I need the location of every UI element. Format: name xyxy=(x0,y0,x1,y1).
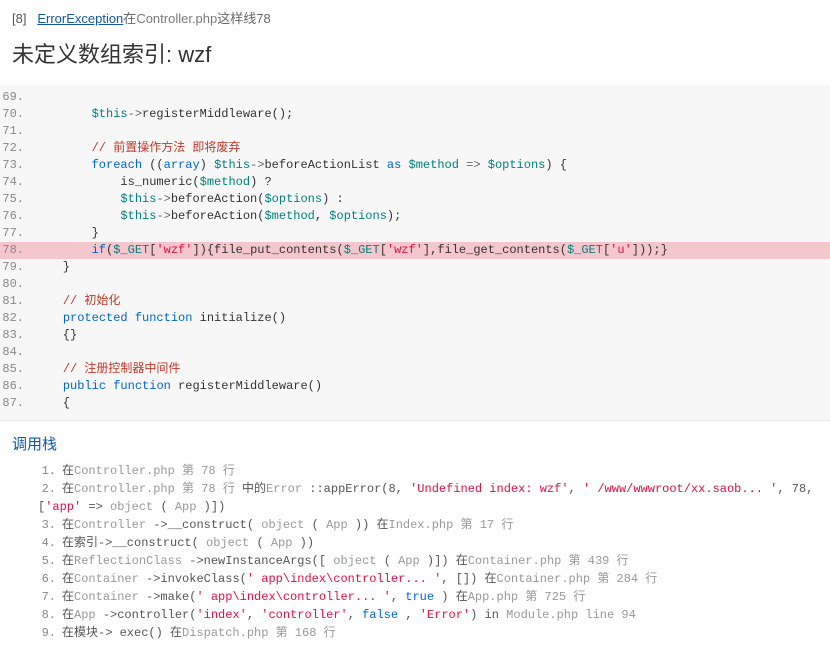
code-content: // 初始化 xyxy=(34,293,120,310)
code-line: 75. $this->beforeAction($options) : xyxy=(0,191,830,208)
code-line: 77. } xyxy=(0,225,830,242)
exception-line: [8] ErrorException在Controller.php这样线78 xyxy=(12,8,818,27)
line-number: 77. xyxy=(0,225,34,242)
code-content: // 注册控制器中间件 xyxy=(34,361,180,378)
code-line: 82. protected function initialize() xyxy=(0,310,830,327)
stack-item: 9.在模块-> exec() 在Dispatch.php 第 168 行 xyxy=(38,624,818,642)
code-line: 73. foreach ((array) $this->beforeAction… xyxy=(0,157,830,174)
stack-item: 1.在Controller.php 第 78 行 xyxy=(38,462,818,480)
code-content: $this->beforeAction($method, $options); xyxy=(34,208,401,225)
stack-item: 7.在Container ->make(' app\index\controll… xyxy=(38,588,818,606)
line-number: 72. xyxy=(0,140,34,157)
stack-title: 调用栈 xyxy=(0,421,830,462)
exception-link[interactable]: ErrorException xyxy=(37,11,123,26)
line-number: 76. xyxy=(0,208,34,225)
code-content: $this->registerMiddleware(); xyxy=(34,106,293,123)
line-number: 71. xyxy=(0,123,34,140)
code-line: 79. } xyxy=(0,259,830,276)
line-number: 79. xyxy=(0,259,34,276)
stack-item: 3.在Controller ->__construct( object ( Ap… xyxy=(38,516,818,534)
stack-item: 2.在Controller.php 第 78 行 中的Error ::appEr… xyxy=(38,480,818,516)
code-line: 86. public function registerMiddleware() xyxy=(0,378,830,395)
stack-item: 5.在ReflectionClass ->newInstanceArgs([ o… xyxy=(38,552,818,570)
line-number: 85. xyxy=(0,361,34,378)
code-line: 71. xyxy=(0,123,830,140)
line-number: 73. xyxy=(0,157,34,174)
code-line: 78. if($_GET['wzf']){file_put_contents($… xyxy=(0,242,830,259)
code-content: foreach ((array) $this->beforeActionList… xyxy=(34,157,567,174)
stack-item: 8.在App ->controller('index', 'controller… xyxy=(38,606,818,624)
code-content: is_numeric($method) ? xyxy=(34,174,272,191)
code-content: { xyxy=(34,395,70,412)
code-line: 76. $this->beforeAction($method, $option… xyxy=(0,208,830,225)
code-content: protected function initialize() xyxy=(34,310,286,327)
code-line: 81. // 初始化 xyxy=(0,293,830,310)
line-number: 74. xyxy=(0,174,34,191)
code-line: 80. xyxy=(0,276,830,293)
line-number: 70. xyxy=(0,106,34,123)
code-line: 72. // 前置操作方法 即将废弃 xyxy=(0,140,830,157)
code-line: 83. {} xyxy=(0,327,830,344)
code-content: {} xyxy=(34,327,77,344)
exception-index: [8] xyxy=(12,11,26,26)
stack-item: 6.在Container ->invokeClass(' app\index\c… xyxy=(38,570,818,588)
code-line: 85. // 注册控制器中间件 xyxy=(0,361,830,378)
code-line: 70. $this->registerMiddleware(); xyxy=(0,106,830,123)
line-number: 82. xyxy=(0,310,34,327)
code-content: if($_GET['wzf']){file_put_contents($_GET… xyxy=(34,242,668,259)
code-line: 87. { xyxy=(0,395,830,412)
code-line: 69. xyxy=(0,89,830,106)
line-number: 84. xyxy=(0,344,34,361)
call-stack: 1.在Controller.php 第 78 行2.在Controller.ph… xyxy=(0,462,830,650)
line-number: 80. xyxy=(0,276,34,293)
code-content: } xyxy=(34,225,99,242)
location-in: 在 xyxy=(123,11,136,26)
code-block: 69.70. $this->registerMiddleware();71.72… xyxy=(0,85,830,421)
line-number: 75. xyxy=(0,191,34,208)
line-number: 69. xyxy=(0,89,34,106)
code-content: public function registerMiddleware() xyxy=(34,378,322,395)
code-content: $this->beforeAction($options) : xyxy=(34,191,344,208)
code-line: 74. is_numeric($method) ? xyxy=(0,174,830,191)
stack-item: 4.在索引->__construct( object ( App )) xyxy=(38,534,818,552)
exception-file: Controller.php xyxy=(136,11,217,26)
line-number: 81. xyxy=(0,293,34,310)
code-line: 84. xyxy=(0,344,830,361)
line-text: 这样线78 xyxy=(217,11,270,26)
error-title: 未定义数组索引: wzf xyxy=(12,35,818,79)
code-content: } xyxy=(34,259,70,276)
line-number: 78. xyxy=(0,242,34,259)
line-number: 87. xyxy=(0,395,34,412)
line-number: 83. xyxy=(0,327,34,344)
error-header: [8] ErrorException在Controller.php这样线78 未… xyxy=(0,0,830,85)
line-number: 86. xyxy=(0,378,34,395)
code-content: // 前置操作方法 即将废弃 xyxy=(34,140,240,157)
